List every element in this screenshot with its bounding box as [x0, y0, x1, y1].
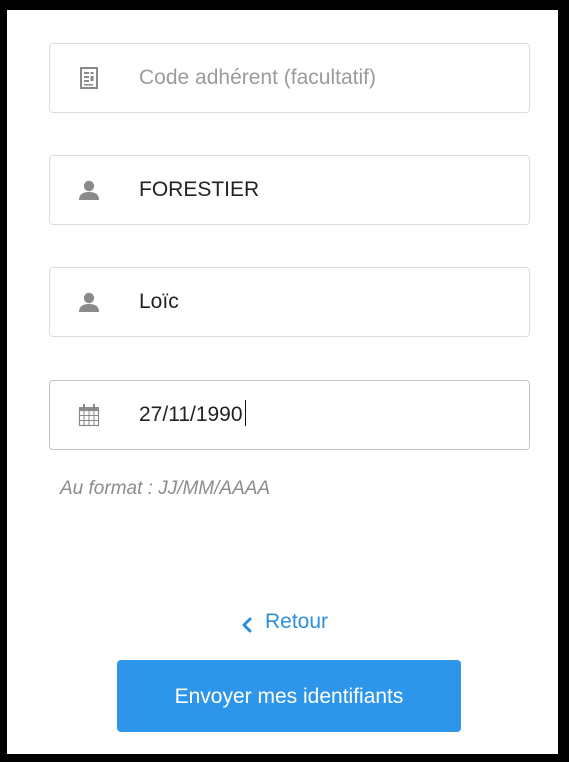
submit-button[interactable]: Envoyer mes identifiants [117, 660, 461, 732]
date-format-hint: Au format : JJ/MM/AAAA [60, 478, 271, 499]
chevron-left-icon [239, 613, 255, 633]
back-link-label: Retour [265, 610, 329, 633]
last-name-value: FORESTIER [139, 178, 260, 201]
birth-date-text: 27/11/1990 [139, 403, 243, 426]
user-icon [77, 178, 101, 202]
first-name-value: Loïc [139, 290, 179, 313]
back-link[interactable]: Retour [239, 608, 328, 636]
last-name-field[interactable]: FORESTIER [49, 155, 530, 225]
calendar-icon [77, 403, 101, 427]
window-frame: Code adhérent (facultatif) FORESTIER Loï… [0, 0, 569, 762]
text-caret [244, 400, 246, 427]
birth-date-value: 27/11/1990 [139, 381, 246, 449]
id-card-icon [77, 66, 101, 90]
user-icon [77, 290, 101, 314]
member-code-placeholder: Code adhérent (facultatif) [139, 66, 376, 89]
birth-date-field[interactable]: 27/11/1990 [49, 380, 530, 450]
first-name-field[interactable]: Loïc [49, 267, 530, 337]
member-code-field[interactable]: Code adhérent (facultatif) [49, 43, 530, 113]
form-panel: Code adhérent (facultatif) FORESTIER Loï… [7, 10, 558, 754]
